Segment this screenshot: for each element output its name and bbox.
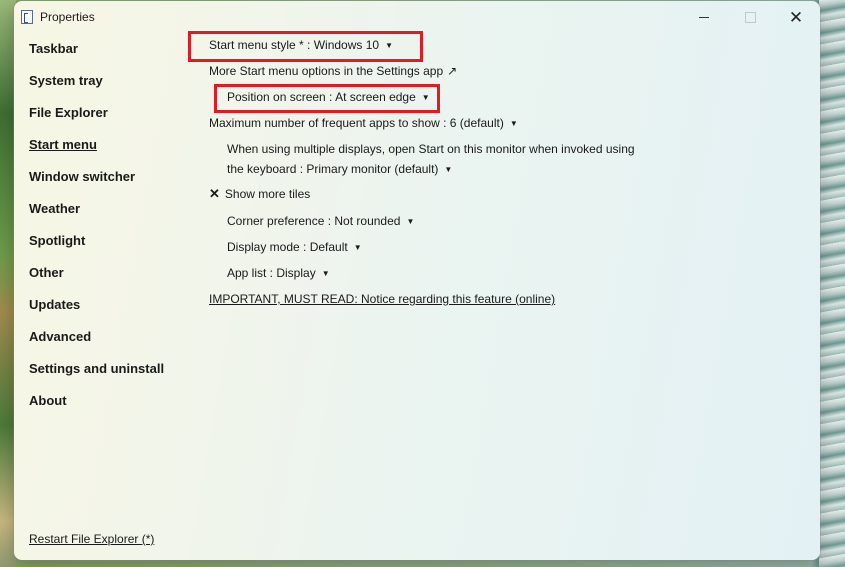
sidebar-item-about[interactable]: About (29, 393, 67, 408)
maximize-button (727, 1, 773, 33)
minimize-icon (699, 16, 709, 18)
close-button[interactable]: ✕ (773, 1, 819, 33)
title-bar[interactable]: Properties ✕ (14, 1, 820, 33)
external-link-icon: ↗ (447, 64, 458, 78)
app-list-dropdown[interactable]: App list : Display ▼ (227, 266, 330, 280)
window-title: Properties (40, 10, 95, 24)
minimize-button[interactable] (681, 1, 727, 33)
sidebar-item-system-tray[interactable]: System tray (29, 73, 103, 88)
display-mode-label: Display mode : Default (227, 240, 348, 254)
multi-display-text-line1: When using multiple displays, open Start… (227, 142, 635, 156)
max-frequent-apps-label: Maximum number of frequent apps to show … (209, 116, 504, 130)
dropdown-caret-icon: ▼ (421, 93, 430, 102)
app-list-label: App list : Display (227, 266, 316, 280)
maximize-icon (744, 11, 756, 23)
start-menu-style-dropdown[interactable]: Start menu style * : Windows 10 ▼ (209, 38, 393, 52)
dropdown-caret-icon: ▼ (444, 165, 453, 174)
sidebar-item-taskbar[interactable]: Taskbar (29, 41, 78, 56)
sidebar-item-advanced[interactable]: Advanced (29, 329, 91, 344)
more-start-menu-options-link[interactable]: More Start menu options in the Settings … (209, 64, 457, 78)
more-options-label: More Start menu options in the Settings … (209, 64, 444, 78)
properties-window: Properties ✕ Taskbar System tray File Ex… (14, 1, 820, 560)
show-more-tiles-label: Show more tiles (224, 187, 311, 201)
dropdown-caret-icon: ▼ (385, 41, 393, 50)
app-icon (21, 10, 33, 24)
checkmark-x-icon: ✕ (209, 186, 220, 201)
dropdown-caret-icon: ▼ (509, 119, 518, 128)
multi-display-dropdown[interactable]: the keyboard : Primary monitor (default)… (227, 162, 452, 176)
max-frequent-apps-dropdown[interactable]: Maximum number of frequent apps to show … (209, 116, 518, 130)
dropdown-caret-icon: ▼ (406, 217, 415, 226)
multi-display-label: the keyboard : Primary monitor (default) (227, 162, 439, 176)
close-icon: ✕ (788, 7, 804, 27)
display-mode-dropdown[interactable]: Display mode : Default ▼ (227, 240, 362, 254)
sidebar-item-spotlight[interactable]: Spotlight (29, 233, 85, 248)
start-menu-style-label: Start menu style * : Windows 10 (209, 38, 380, 52)
desktop-wallpaper-right (819, 0, 845, 567)
corner-preference-label: Corner preference : Not rounded (227, 214, 401, 228)
sidebar-item-file-explorer[interactable]: File Explorer (29, 105, 108, 120)
show-more-tiles-toggle[interactable]: ✕ Show more tiles (209, 186, 310, 202)
sidebar-item-settings-uninstall[interactable]: Settings and uninstall (29, 361, 164, 376)
sidebar-item-weather[interactable]: Weather (29, 201, 80, 216)
corner-preference-dropdown[interactable]: Corner preference : Not rounded ▼ (227, 214, 414, 228)
sidebar-item-window-switcher[interactable]: Window switcher (29, 169, 135, 184)
important-notice-link[interactable]: IMPORTANT, MUST READ: Notice regarding t… (209, 292, 555, 306)
sidebar-item-start-menu[interactable]: Start menu (29, 137, 97, 152)
position-on-screen-label: Position on screen : At screen edge (227, 90, 416, 104)
dropdown-caret-icon: ▼ (353, 243, 362, 252)
position-on-screen-dropdown[interactable]: Position on screen : At screen edge ▼ (227, 90, 430, 104)
sidebar-item-updates[interactable]: Updates (29, 297, 80, 312)
dropdown-caret-icon: ▼ (321, 269, 330, 278)
restart-file-explorer-link[interactable]: Restart File Explorer (*) (29, 532, 154, 546)
sidebar-item-other[interactable]: Other (29, 265, 64, 280)
